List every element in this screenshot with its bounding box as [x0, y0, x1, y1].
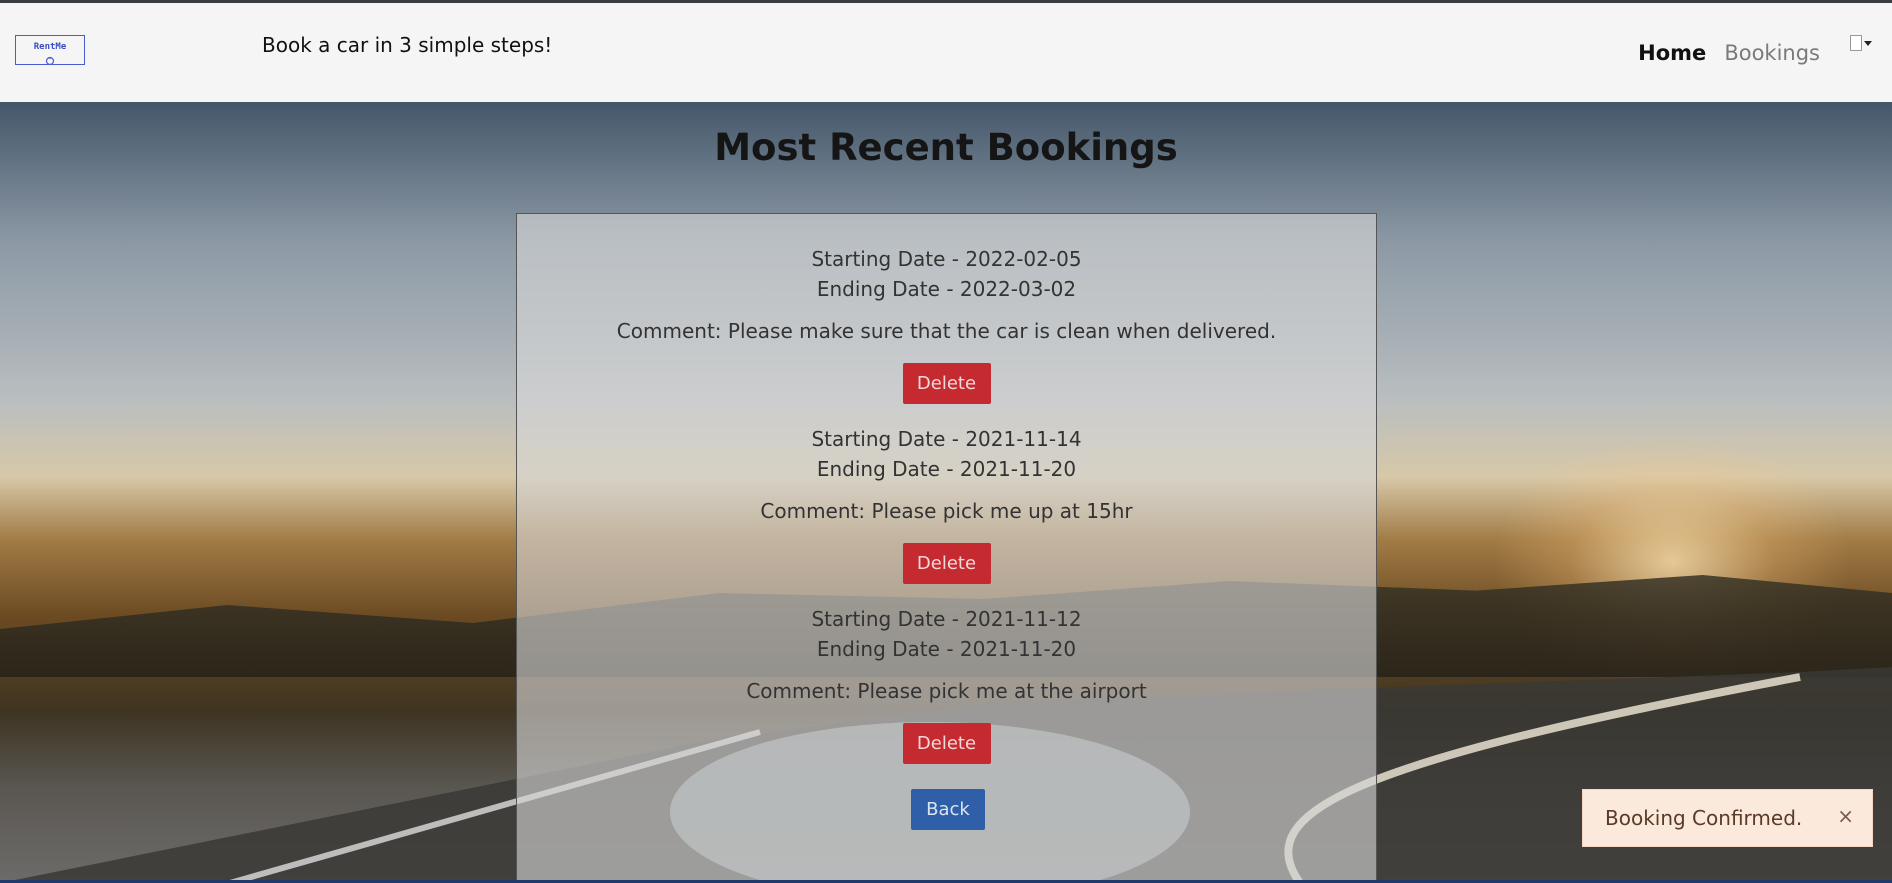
- nav-bookings-link[interactable]: Bookings: [1724, 41, 1820, 65]
- user-menu-toggle[interactable]: [1850, 33, 1872, 53]
- booking-confirmed-toast: Booking Confirmed. ×: [1582, 789, 1873, 847]
- booking-end-date: Ending Date - 2021-11-20: [816, 637, 1077, 661]
- back-button[interactable]: Back: [911, 789, 985, 830]
- page-title: Most Recent Bookings: [714, 126, 1178, 169]
- nav-home-link[interactable]: Home: [1638, 41, 1706, 65]
- nav-links: Home Bookings: [1638, 41, 1820, 65]
- toast-message: Booking Confirmed.: [1605, 806, 1803, 830]
- navbar: RentMe Book a car in 3 simple steps! Hom…: [0, 3, 1892, 102]
- booking-start-date: Starting Date - 2021-11-14: [811, 427, 1082, 451]
- delete-booking-button[interactable]: Delete: [902, 363, 991, 404]
- caret-down-icon: [1864, 40, 1872, 46]
- logo-text: RentMe: [33, 42, 67, 52]
- bookings-panel: Starting Date - 2022-02-05 Ending Date -…: [516, 213, 1377, 883]
- booking-card: Starting Date - 2021-11-14 Ending Date -…: [517, 424, 1376, 584]
- close-icon[interactable]: ×: [1837, 804, 1854, 828]
- delete-booking-button[interactable]: Delete: [902, 723, 991, 764]
- booking-comment: Comment: Please pick me at the airport: [746, 679, 1147, 703]
- booking-card: Starting Date - 2022-02-05 Ending Date -…: [517, 244, 1376, 404]
- booking-end-date: Ending Date - 2021-11-20: [816, 457, 1077, 481]
- broken-image-avatar-icon: [1850, 35, 1862, 51]
- booking-card: Starting Date - 2021-11-12 Ending Date -…: [517, 604, 1376, 764]
- delete-booking-button[interactable]: Delete: [902, 543, 991, 584]
- tagline: Book a car in 3 simple steps!: [262, 33, 553, 57]
- booking-start-date: Starting Date - 2021-11-12: [811, 607, 1082, 631]
- booking-comment: Comment: Please make sure that the car i…: [616, 319, 1277, 343]
- rentme-logo[interactable]: RentMe: [15, 35, 85, 66]
- booking-end-date: Ending Date - 2022-03-02: [816, 277, 1077, 301]
- car-key-icon: [45, 56, 55, 66]
- booking-comment: Comment: Please pick me up at 15hr: [760, 499, 1133, 523]
- booking-start-date: Starting Date - 2022-02-05: [811, 247, 1082, 271]
